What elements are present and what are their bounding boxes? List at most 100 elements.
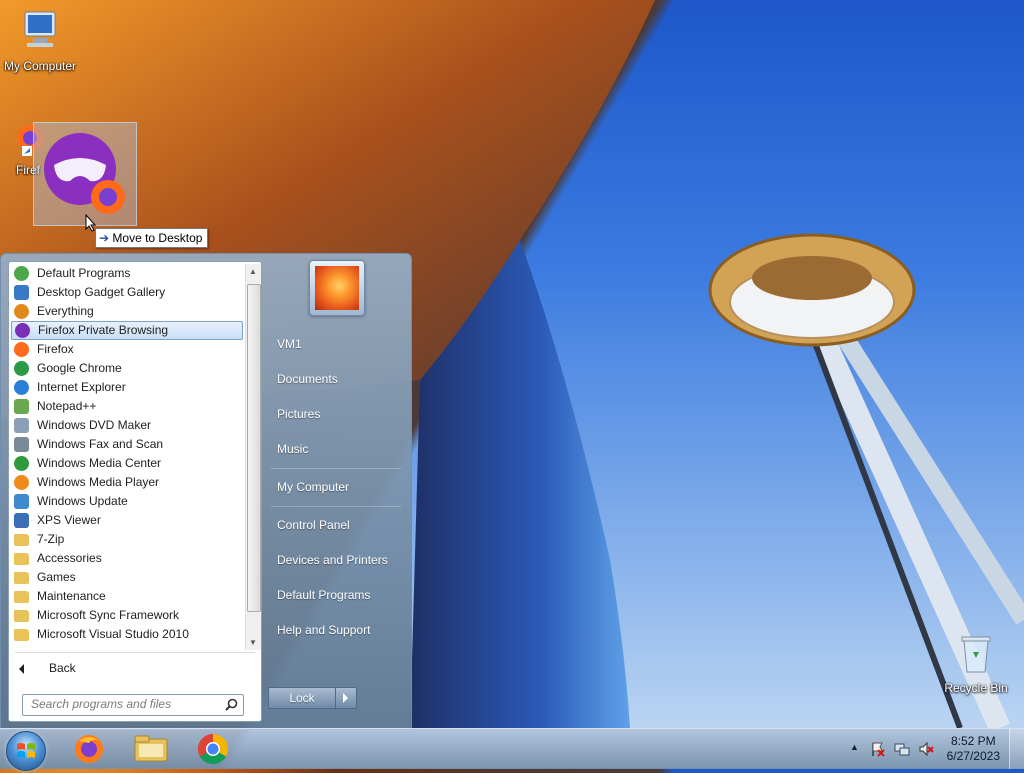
right-item-pictures[interactable]: Pictures <box>268 399 406 429</box>
notepadpp-icon <box>14 399 29 414</box>
system-clock[interactable]: 8:52 PM 6/27/2023 <box>947 734 1000 764</box>
desktop-icon-recycle-bin[interactable]: Recycle Bin <box>936 632 1016 695</box>
desktop-icon-my-computer[interactable]: My Computer <box>0 8 80 73</box>
program-item-label: XPS Viewer <box>37 513 101 527</box>
show-desktop-button[interactable] <box>1009 729 1024 769</box>
scroll-down-arrow-icon[interactable]: ▼ <box>249 638 257 647</box>
computer-icon <box>24 11 56 47</box>
arrow-right-icon <box>343 693 348 703</box>
program-item-label: Accessories <box>37 551 102 565</box>
program-item-label: Google Chrome <box>37 361 122 375</box>
program-item[interactable]: Firefox Private Browsing <box>11 321 243 340</box>
program-item[interactable]: Everything <box>11 302 243 321</box>
volume-muted-icon[interactable] <box>918 741 934 757</box>
right-item-music[interactable]: Music <box>268 434 406 464</box>
everything-search-icon <box>14 304 29 319</box>
scroll-up-arrow-icon[interactable]: ▲ <box>249 267 257 276</box>
programs-scrollbar[interactable]: ▲ ▼ <box>245 264 261 650</box>
chrome-icon <box>197 734 229 765</box>
chrome-icon <box>14 361 29 376</box>
action-center-flag-icon[interactable] <box>870 741 886 757</box>
right-item-vm1[interactable]: VM1 <box>268 329 406 359</box>
program-item[interactable]: 7-Zip <box>11 530 243 549</box>
desktop-icon-label: My Computer <box>3 59 77 73</box>
taskbar-chrome-button[interactable] <box>186 731 240 767</box>
show-hidden-icons-icon[interactable]: ▲ <box>850 742 859 752</box>
program-item[interactable]: Windows Fax and Scan <box>11 435 243 454</box>
scroll-thumb[interactable] <box>247 284 261 612</box>
media-center-icon <box>14 456 29 471</box>
media-player-icon <box>14 475 29 490</box>
shutdown-options-button[interactable] <box>335 687 357 709</box>
lock-button[interactable]: Lock <box>268 687 336 709</box>
program-item[interactable]: Windows Update <box>11 492 243 511</box>
dvd-maker-icon <box>14 418 29 433</box>
program-item[interactable]: Windows Media Player <box>11 473 243 492</box>
back-label: Back <box>49 661 76 675</box>
program-item-label: Games <box>37 570 76 584</box>
program-item[interactable]: Microsoft Visual Studio 2010 <box>11 625 243 644</box>
program-item[interactable]: Notepad++ <box>11 397 243 416</box>
lock-button-group: Lock <box>268 687 358 709</box>
clock-time: 8:52 PM <box>950 734 996 748</box>
taskbar-file-explorer-button[interactable] <box>124 731 178 767</box>
program-item-label: Firefox <box>37 342 74 356</box>
program-item[interactable]: Windows DVD Maker <box>11 416 243 435</box>
drag-ghost-firefox-private <box>33 122 137 226</box>
fax-scan-icon <box>14 437 29 452</box>
internet-explorer-icon <box>14 380 29 395</box>
drag-tooltip: ➔ Move to Desktop <box>95 228 209 248</box>
windows-update-icon <box>14 494 29 509</box>
taskbar-firefox-button[interactable] <box>62 731 116 767</box>
start-menu: Default Programs Desktop Gadget Gallery Ev… <box>0 253 412 730</box>
program-item-label: Windows DVD Maker <box>37 418 152 432</box>
search-input[interactable] <box>23 695 221 713</box>
divider <box>15 652 255 653</box>
program-item-label: Notepad++ <box>37 399 97 413</box>
program-item[interactable]: Accessories <box>11 549 243 568</box>
taskbar: ▲ 8:52 PM 6/27/2023 <box>0 728 1024 771</box>
right-item-my-computer[interactable]: My Computer <box>268 472 406 502</box>
folder-icon <box>14 534 29 546</box>
back-button[interactable]: Back <box>19 658 76 678</box>
folder-icon <box>14 553 29 565</box>
recycle-bin-icon <box>961 636 991 673</box>
program-item[interactable]: Google Chrome <box>11 359 243 378</box>
folder-icon <box>14 572 29 584</box>
right-item-default-programs[interactable]: Default Programs <box>268 580 406 610</box>
program-item[interactable]: Microsoft Sync Framework <box>11 606 243 625</box>
network-icon[interactable] <box>894 741 910 757</box>
start-button[interactable] <box>6 731 46 771</box>
firefox-private-icon <box>44 133 125 214</box>
right-item-documents[interactable]: Documents <box>268 364 406 394</box>
right-item-help-support[interactable]: Help and Support <box>268 615 406 645</box>
search-icon[interactable] <box>225 698 238 711</box>
clock-date: 6/27/2023 <box>946 749 1000 763</box>
program-item-label: Windows Media Center <box>37 456 162 470</box>
divider <box>271 506 401 507</box>
program-item[interactable]: Games <box>11 568 243 587</box>
user-avatar[interactable] <box>309 260 365 316</box>
program-item[interactable]: Internet Explorer <box>11 378 243 397</box>
program-item-label: Firefox Private Browsing <box>38 323 169 337</box>
right-item-control-panel[interactable]: Control Panel <box>268 510 406 540</box>
search-box[interactable] <box>22 694 244 716</box>
program-item[interactable]: Firefox <box>11 340 243 359</box>
program-item-label: Microsoft Sync Framework <box>37 608 180 622</box>
program-item[interactable]: Desktop Gadget Gallery <box>11 283 243 302</box>
program-item[interactable]: Maintenance <box>11 587 243 606</box>
program-item-label: Internet Explorer <box>37 380 126 394</box>
program-item[interactable]: Windows Media Center <box>11 454 243 473</box>
windows-logo-icon <box>17 743 35 758</box>
all-programs-list: Default Programs Desktop Gadget Gallery Ev… <box>9 264 245 650</box>
program-item[interactable]: Default Programs <box>11 264 243 283</box>
right-item-devices-printers[interactable]: Devices and Printers <box>268 545 406 575</box>
notification-area: ▲ 8:52 PM 6/27/2023 <box>834 729 1024 769</box>
divider <box>271 468 401 469</box>
firefox-private-icon <box>15 323 30 338</box>
program-item-label: Default Programs <box>37 266 131 280</box>
program-item-label: Desktop Gadget Gallery <box>37 285 166 299</box>
program-item[interactable]: XPS Viewer <box>11 511 243 530</box>
program-item-label: Windows Fax and Scan <box>37 437 164 451</box>
start-menu-left-pane: Default Programs Desktop Gadget Gallery Ev… <box>8 261 262 722</box>
